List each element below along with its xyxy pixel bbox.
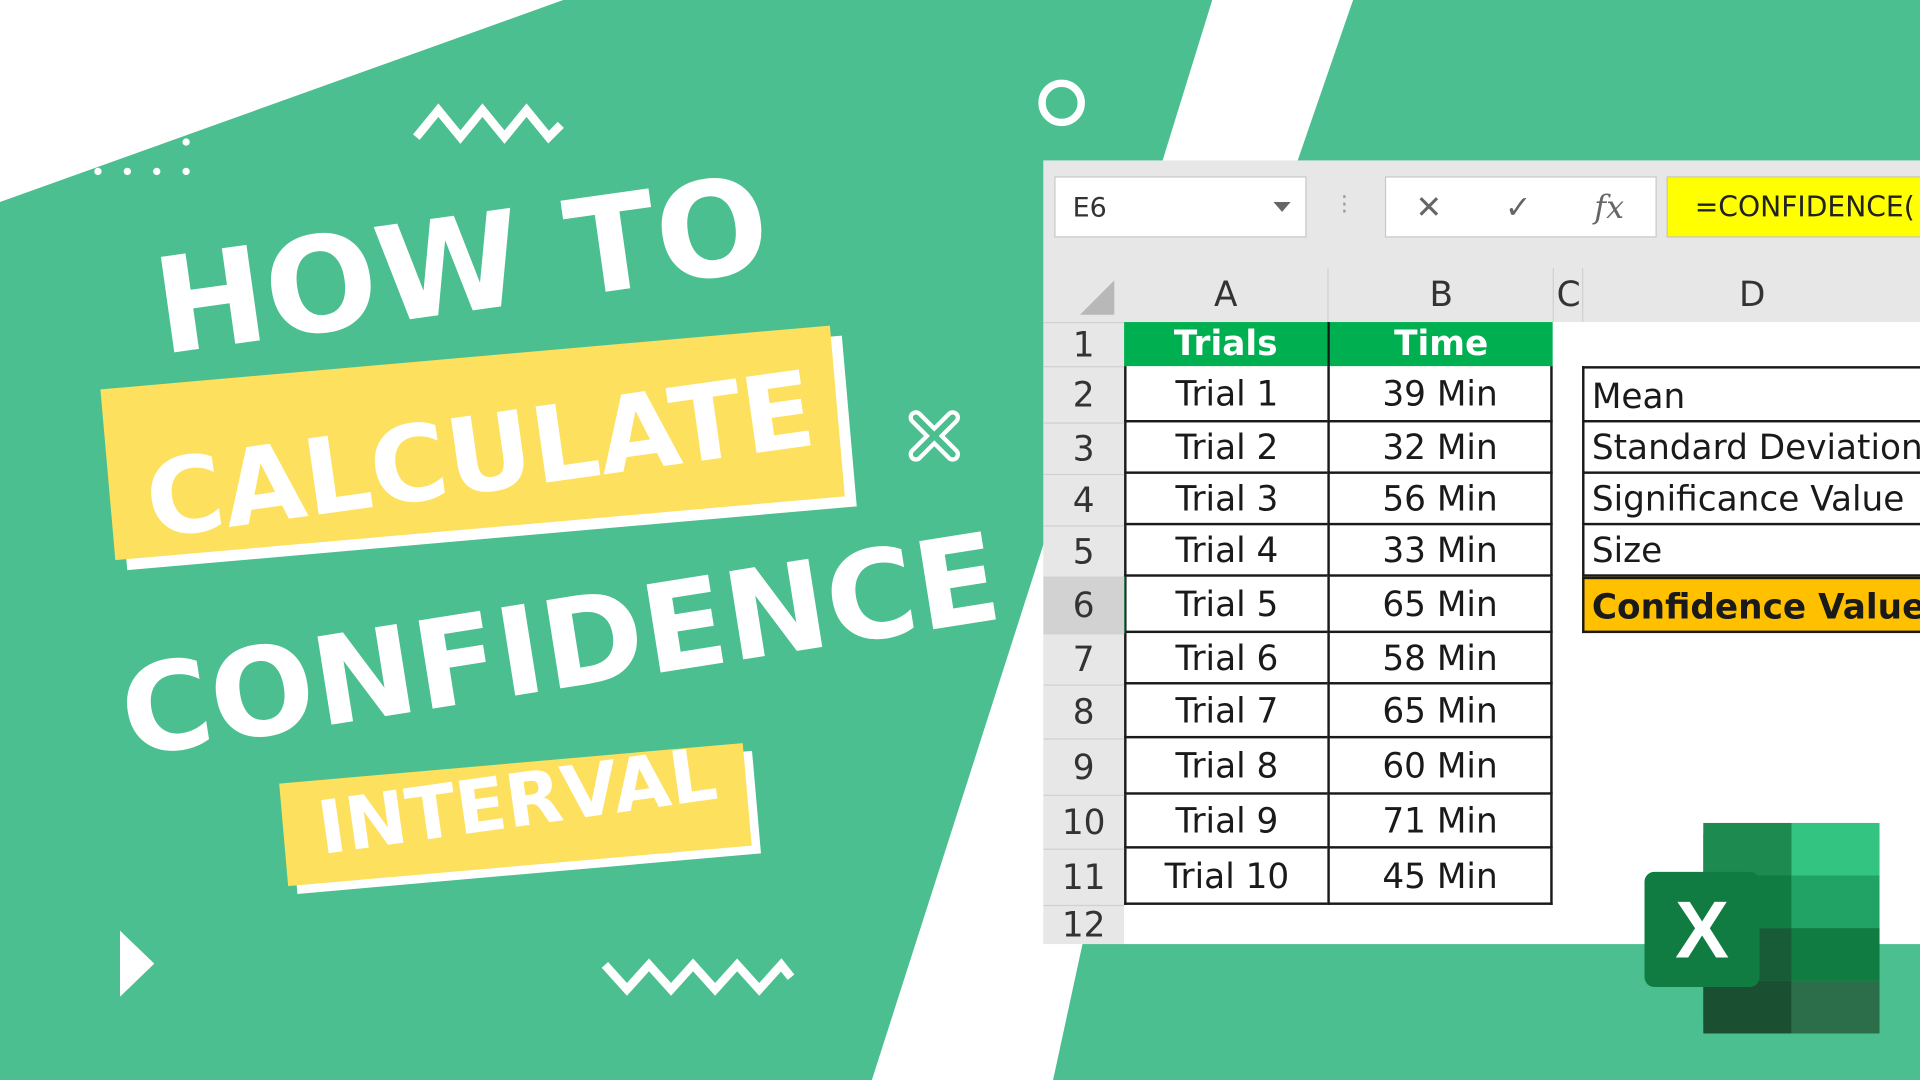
trial-cell[interactable]: Trial 10	[1124, 848, 1328, 905]
trial-cell[interactable]: Trial 4	[1124, 525, 1328, 577]
name-box[interactable]: E6	[1054, 176, 1307, 238]
trial-cell[interactable]: Trial 3	[1124, 473, 1328, 526]
time-cell[interactable]: 65 Min	[1327, 576, 1553, 634]
row-header-12[interactable]: 12	[1043, 904, 1125, 944]
cancel-icon[interactable]: ✕	[1416, 190, 1443, 227]
confidence-value-label[interactable]: Confidence Value	[1582, 576, 1920, 634]
time-cell[interactable]: 33 Min	[1327, 525, 1553, 577]
zigzag-top-icon	[413, 103, 564, 144]
fx-icon[interactable]: fx	[1594, 190, 1624, 227]
formula-buttons: ✕ ✓ fx	[1384, 176, 1657, 238]
trial-cell[interactable]: Trial 5	[1124, 576, 1328, 634]
stat-label[interactable]: Significance Value	[1582, 473, 1920, 526]
stat-label[interactable]: Mean	[1582, 366, 1920, 423]
chevron-down-icon[interactable]	[1273, 202, 1291, 212]
row-header-11[interactable]: 11	[1043, 848, 1125, 907]
time-cell[interactable]: 32 Min	[1327, 422, 1553, 474]
row-header-4[interactable]: 4	[1043, 473, 1125, 527]
thumbnail-canvas: HOW TO CALCULATE CONFIDENCE INTERVAL E6 …	[0, 0, 1920, 1080]
zigzag-bottom-icon	[601, 958, 795, 996]
row-header-6[interactable]: 6	[1043, 576, 1125, 635]
row-header-7[interactable]: 7	[1043, 633, 1125, 686]
time-cell[interactable]: 45 Min	[1327, 848, 1553, 905]
trial-cell[interactable]: Trial 6	[1124, 633, 1328, 685]
time-cell[interactable]: 56 Min	[1327, 473, 1553, 526]
time-cell[interactable]: 60 Min	[1327, 738, 1553, 795]
trial-cell[interactable]: Trial 1	[1124, 366, 1328, 423]
cross-icon	[908, 410, 961, 462]
row-header-2[interactable]: 2	[1043, 366, 1125, 424]
trial-cell[interactable]: Trial 2	[1124, 422, 1328, 474]
time-cell[interactable]: 39 Min	[1327, 366, 1553, 423]
enter-icon[interactable]: ✓	[1505, 190, 1532, 227]
time-cell[interactable]: 58 Min	[1327, 633, 1553, 685]
row-header-5[interactable]: 5	[1043, 525, 1125, 578]
column-header-c[interactable]: C	[1552, 268, 1584, 323]
ring-icon	[1038, 79, 1085, 127]
row-header-9[interactable]: 9	[1043, 738, 1125, 796]
row-header-8[interactable]: 8	[1043, 684, 1125, 739]
excel-logo-letter: X	[1675, 884, 1730, 975]
stat-label[interactable]: Standard Deviation	[1582, 422, 1920, 474]
formula-bar[interactable]: =CONFIDENCE(	[1666, 176, 1920, 238]
column-header-b[interactable]: B	[1327, 268, 1554, 323]
trial-cell[interactable]: Trial 9	[1124, 794, 1328, 849]
trial-cell[interactable]: Trial 7	[1124, 684, 1328, 739]
row-header-3[interactable]: 3	[1043, 422, 1125, 475]
table-header-trials[interactable]: Trials	[1124, 322, 1328, 367]
stat-label[interactable]: Size	[1582, 525, 1920, 577]
time-cell[interactable]: 65 Min	[1327, 684, 1553, 739]
table-header-time[interactable]: Time	[1327, 322, 1553, 367]
play-triangle-icon	[120, 930, 155, 997]
vertical-dots-icon: · · ·	[1340, 184, 1348, 226]
column-header-a[interactable]: A	[1124, 268, 1327, 322]
dots-decoration	[94, 138, 190, 176]
trial-cell[interactable]: Trial 8	[1124, 738, 1328, 795]
row-header-1[interactable]: 1	[1043, 322, 1125, 367]
select-all-corner[interactable]	[1043, 268, 1124, 322]
time-cell[interactable]: 71 Min	[1327, 794, 1553, 849]
name-box-value: E6	[1072, 193, 1107, 225]
row-header-10[interactable]: 10	[1043, 794, 1125, 850]
column-header-d[interactable]: D	[1582, 268, 1920, 323]
